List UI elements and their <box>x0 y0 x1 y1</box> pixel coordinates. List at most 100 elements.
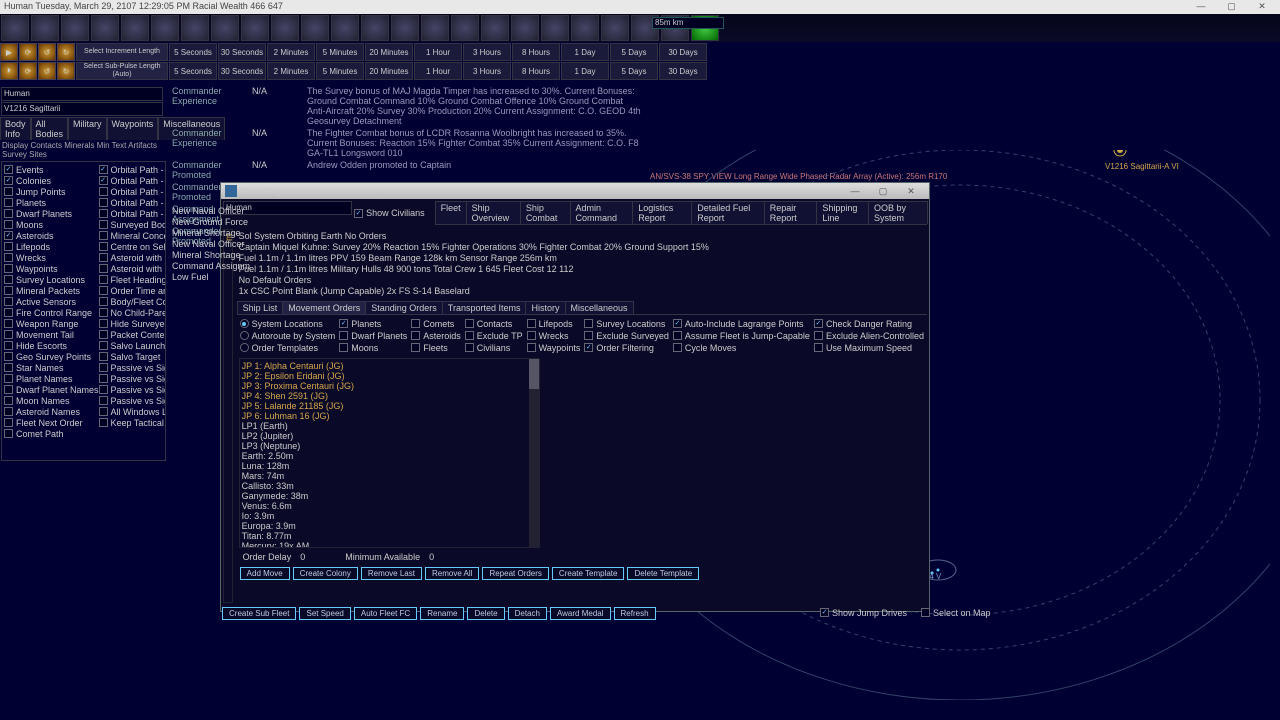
tree-node[interactable]: ▪ Jupiter Harvester Station <box>226 602 233 603</box>
fleet-tab[interactable]: Shipping Line <box>816 201 869 224</box>
filter-check[interactable]: ✓Auto-Include Lagrange Points <box>673 318 810 329</box>
order-button[interactable]: Add Move <box>240 567 290 580</box>
filter-check[interactable]: ✓Events <box>4 164 99 175</box>
fleet-foot-button[interactable]: Refresh <box>614 607 656 620</box>
left-tab[interactable]: All Bodies <box>31 117 69 140</box>
left-tab[interactable]: Military <box>68 117 107 140</box>
tree-node[interactable]: ▪ Task Force Encounter <box>226 312 233 322</box>
fleet-subtab[interactable]: Movement Orders <box>282 301 366 314</box>
filter-check[interactable]: All Windows Linked to Race <box>99 406 166 417</box>
order-button[interactable]: Remove All <box>425 567 479 580</box>
order-button[interactable]: Create Template <box>552 567 625 580</box>
time-control-icon[interactable]: ↺ <box>38 43 56 61</box>
filter-check[interactable]: Hide Surveyed Locations <box>99 318 166 329</box>
location-radio[interactable]: System Locations <box>240 318 336 329</box>
tree-node[interactable]: ▪ DIP UNSC Duke of Wellington (JM) <box>226 492 233 502</box>
filter-check[interactable]: Mineral Packets <box>4 285 99 296</box>
time-control-icon[interactable]: ▶ <box>0 43 18 61</box>
left-tab[interactable]: Waypoints <box>107 117 159 140</box>
fleet-tab[interactable]: Fleet <box>435 201 467 224</box>
time-cell[interactable]: 8 Hours <box>512 43 560 61</box>
show-jump-drives-check[interactable]: ✓Show Jump Drives <box>820 607 907 618</box>
fleet-foot-button[interactable]: Set Speed <box>299 607 350 620</box>
filter-check[interactable]: Asteroid with Minerals Only <box>99 263 166 274</box>
filter-check[interactable]: Packet Content <box>99 329 166 340</box>
fleet-foot-button[interactable]: Rename <box>420 607 464 620</box>
time-cell[interactable]: 5 Seconds <box>169 62 217 80</box>
filter-check[interactable]: Wrecks <box>527 330 581 341</box>
time-cell[interactable]: 5 Days <box>610 43 658 61</box>
order-button[interactable]: Create Colony <box>293 567 358 580</box>
minimize-icon[interactable]: — <box>1187 1 1215 11</box>
toolbar-icon[interactable] <box>571 15 599 41</box>
fleet-foot-button[interactable]: Detach <box>508 607 547 620</box>
filter-check[interactable]: Moon Names <box>4 395 99 406</box>
fleet-tab[interactable]: Ship Combat <box>520 201 571 224</box>
filter-check[interactable]: Dwarf Planets <box>339 330 407 341</box>
filter-check[interactable]: Orbital Path - Moons <box>99 197 166 208</box>
filter-check[interactable]: ✓Colonies <box>4 175 99 186</box>
filter-check[interactable]: Lifepods <box>527 318 581 329</box>
time-cell[interactable]: 20 Minutes <box>365 62 413 80</box>
tree-node[interactable]: ⊟ IND 1 Naval Fuel Depots (CDR) - Earth <box>226 592 233 602</box>
filter-check[interactable]: Exclude Surveyed <box>584 330 669 341</box>
time-cell[interactable]: 30 Seconds <box>218 62 266 80</box>
order-button[interactable]: Remove Last <box>361 567 422 580</box>
toolbar-icon[interactable] <box>181 15 209 41</box>
tree-node[interactable]: NAV 1 Direct Action Command - Reach (CDR… <box>226 422 233 432</box>
tree-node[interactable]: SC UNSC Sesarmo (JM) <box>226 362 233 372</box>
filter-check[interactable]: Moons <box>339 342 407 353</box>
tree-node[interactable]: ▪ Task Force Canberra <box>226 412 233 422</box>
fleet-foot-button[interactable]: Award Medal <box>550 607 611 620</box>
time-control-icon[interactable]: ⟳ <box>19 62 37 80</box>
filter-check[interactable]: ✓Orbital Path - Stars <box>99 164 166 175</box>
system-combo[interactable]: V1216 Sagittarii <box>1 102 163 116</box>
filter-check[interactable]: ✓Order Filtering <box>584 342 669 353</box>
time-control-icon[interactable]: ↺ <box>38 62 56 80</box>
filter-check[interactable]: Survey Locations <box>4 274 99 285</box>
fleet-tab[interactable]: Admin Command <box>570 201 634 224</box>
tree-node[interactable]: SRV 3 Military Research Command (CAPT) -… <box>226 372 233 382</box>
scrollbar[interactable] <box>529 359 539 547</box>
fleet-subtab[interactable]: Standing Orders <box>365 301 443 314</box>
tree-node[interactable]: ▪ CO UNSC Water Sovereign <box>226 572 233 582</box>
tree-node[interactable]: ⊟ PTL 0 Patrol Forces - Reach (CDRE) <box>226 392 233 402</box>
toolbar-icon[interactable] <box>61 15 89 41</box>
time-control-icon[interactable]: ↻ <box>57 43 75 61</box>
filter-check[interactable]: Fleets <box>411 342 461 353</box>
filter-check[interactable]: ✓Planets <box>339 318 407 329</box>
fleet-foot-button[interactable]: Auto Fleet FC <box>354 607 417 620</box>
location-radio[interactable]: Autoroute by System <box>240 330 336 341</box>
toolbar-icon[interactable] <box>331 15 359 41</box>
tree-node[interactable]: ▪ Battle Group X-Ray <box>226 332 233 342</box>
destination-list[interactable]: JP 1: Alpha Centauri (JG)JP 2: Epsilon E… <box>239 358 541 548</box>
window-header[interactable]: Naval Organization — ▢ ✕ <box>221 183 929 199</box>
filter-check[interactable]: ✓Check Danger Rating <box>814 318 924 329</box>
filter-check[interactable]: Asteroid with Colonies Only <box>99 252 166 263</box>
filter-check[interactable]: Wrecks <box>4 252 99 263</box>
filter-check[interactable]: Contacts <box>465 318 523 329</box>
fleet-tab[interactable]: Detailed Fuel Report <box>691 201 764 224</box>
tree-node[interactable]: ⊟ LOG 1 Combat Logistics Force (CAPT) - … <box>226 552 233 562</box>
time-cell[interactable]: 2 Minutes <box>267 43 315 61</box>
fleet-tab[interactable]: Ship Overview <box>466 201 521 224</box>
filter-check[interactable]: Passive vs Signature 10,000 <box>99 395 166 406</box>
tree-node[interactable]: ⊟ IND 2 Naval Corps of Engineers (RADL) … <box>226 582 233 592</box>
toolbar-icon[interactable] <box>391 15 419 41</box>
tree-node[interactable]: ▪ DIP UNSC Margaret Thatcher (JM) <box>226 502 233 512</box>
tree-node[interactable]: ⊟ NAV 1 Special Mission Force (RADL) - E… <box>226 442 233 452</box>
scroll-thumb[interactable] <box>529 359 539 389</box>
fleet-foot-button[interactable]: Create Sub Fleet <box>222 607 296 620</box>
time-cell[interactable]: 30 Days <box>659 62 707 80</box>
filter-check[interactable]: Comets <box>411 318 461 329</box>
tree-node[interactable]: ▪ ONI Operation "Silent Storm" <box>226 462 233 472</box>
tree-node[interactable]: ⊟ GEN 1 Fleet Forces Command - Sol (RADM… <box>226 282 233 292</box>
filter-check[interactable]: Active Sensors <box>4 296 99 307</box>
filter-check[interactable]: Moons <box>4 219 99 230</box>
fleet-tab[interactable]: OOB by System <box>868 201 928 224</box>
toolbar-icon[interactable] <box>301 15 329 41</box>
time-cell[interactable]: 5 Days <box>610 62 658 80</box>
filter-check[interactable]: Orbital Path - Dwarf <box>99 186 166 197</box>
filter-check[interactable]: Hide Escorts <box>4 340 99 351</box>
race-combo[interactable]: Human <box>1 87 163 101</box>
